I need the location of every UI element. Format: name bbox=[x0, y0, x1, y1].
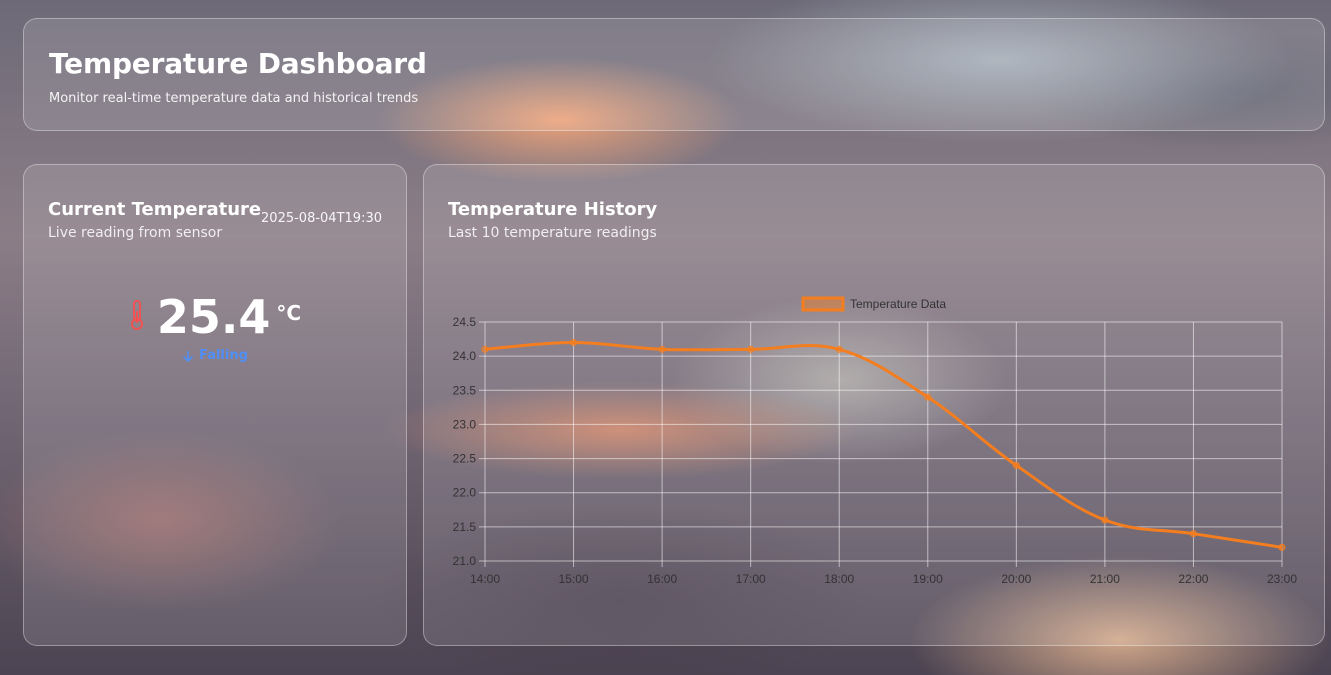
temperature-history-chart: 21.0 21.5 22.0 22.5 23.0 23.5 24.0 24.5 14:00 15:… bbox=[453, 296, 1297, 586]
y-tick-label: 21.0 bbox=[453, 554, 477, 568]
y-tick-label: 23.5 bbox=[453, 383, 477, 397]
temperature-reading: 25.4 °C bbox=[24, 289, 406, 345]
data-point bbox=[747, 345, 755, 353]
y-tick-label: 21.5 bbox=[453, 520, 477, 534]
x-tick-label: 19:00 bbox=[913, 572, 943, 586]
y-tick-label: 22.0 bbox=[453, 486, 477, 500]
x-tick-label: 23:00 bbox=[1267, 572, 1297, 586]
series-line bbox=[484, 340, 1283, 549]
x-tick-label: 18:00 bbox=[824, 572, 854, 586]
page-subtitle: Monitor real-time temperature data and h… bbox=[49, 91, 419, 106]
thermometer-icon bbox=[129, 299, 145, 335]
arrow-down-icon bbox=[183, 350, 194, 362]
x-tick-label: 20:00 bbox=[1001, 572, 1031, 586]
legend-label: Temperature Data bbox=[850, 297, 946, 311]
current-temperature-subtitle: Live reading from sensor bbox=[48, 225, 223, 241]
data-point bbox=[1101, 516, 1109, 524]
trend-label: Falling bbox=[199, 348, 248, 363]
y-tick-label: 22.5 bbox=[453, 452, 477, 466]
x-tick-label: 21:00 bbox=[1090, 572, 1120, 586]
temperature-history-card: Temperature History Last 10 temperature … bbox=[423, 164, 1325, 646]
data-point bbox=[1189, 530, 1197, 538]
x-tick-label: 15:00 bbox=[559, 572, 589, 586]
temperature-unit: °C bbox=[276, 301, 302, 325]
temperature-value: 25.4 bbox=[156, 290, 271, 344]
x-tick-label: 17:00 bbox=[736, 572, 766, 586]
data-point bbox=[924, 393, 932, 401]
current-temperature-title: Current Temperature bbox=[48, 199, 262, 220]
page-title: Temperature Dashboard bbox=[49, 47, 427, 80]
data-point bbox=[481, 345, 489, 353]
y-tick-label: 23.0 bbox=[453, 417, 477, 431]
data-point bbox=[1278, 543, 1286, 551]
x-tick-label: 14:00 bbox=[470, 572, 500, 586]
x-tick-label: 22:00 bbox=[1178, 572, 1208, 586]
trend-indicator: Falling bbox=[24, 348, 406, 363]
y-tick-label: 24.5 bbox=[453, 315, 477, 329]
current-temperature-card: Current Temperature Live reading from se… bbox=[23, 164, 407, 646]
data-point bbox=[570, 338, 578, 346]
x-tick-label: 16:00 bbox=[647, 572, 677, 586]
reading-timestamp: 2025-08-04T19:30 bbox=[261, 211, 382, 226]
y-tick-label: 24.0 bbox=[453, 349, 477, 363]
data-point bbox=[835, 345, 843, 353]
data-point bbox=[1012, 461, 1020, 469]
data-point bbox=[658, 345, 666, 353]
legend-swatch bbox=[801, 296, 845, 312]
header-card: Temperature Dashboard Monitor real-time … bbox=[23, 18, 1325, 131]
